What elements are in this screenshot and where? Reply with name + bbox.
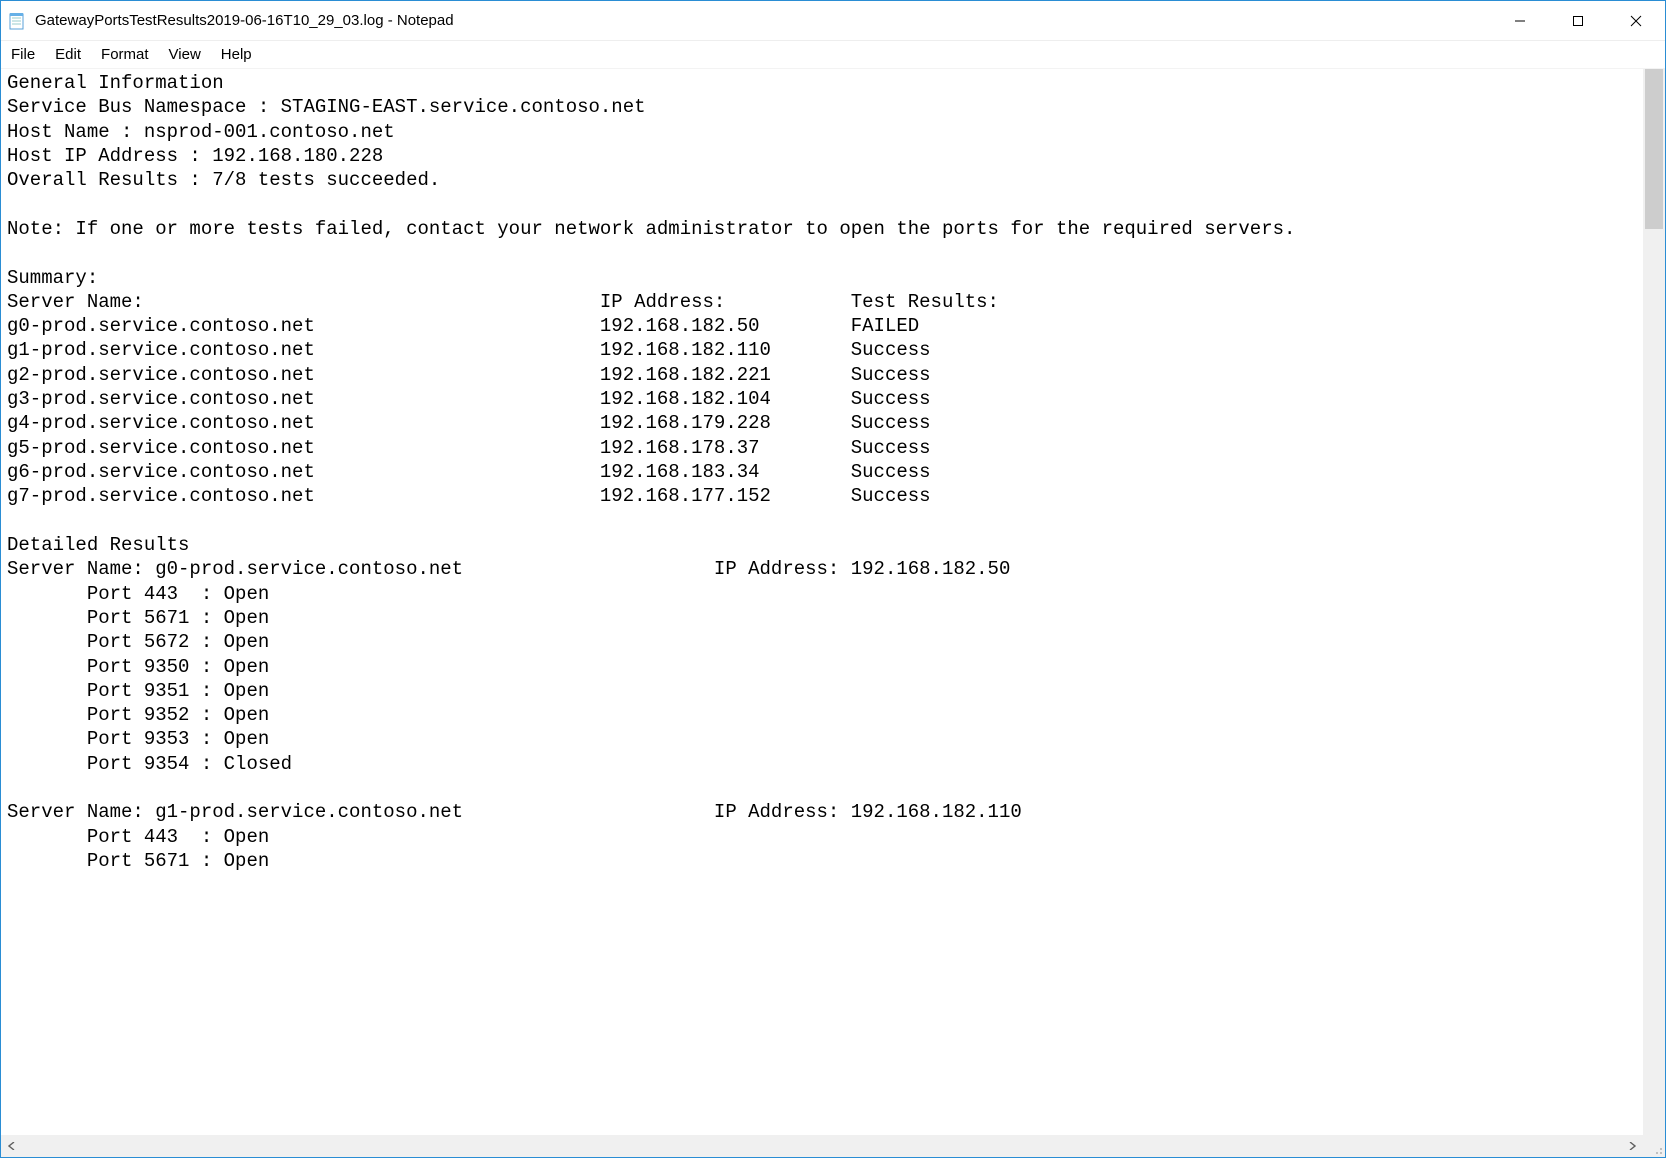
window-controls xyxy=(1491,1,1665,41)
notepad-icon xyxy=(7,11,27,31)
menu-edit[interactable]: Edit xyxy=(45,44,91,65)
horizontal-scrollbar[interactable] xyxy=(1,1135,1665,1157)
resize-grip[interactable] xyxy=(1643,1135,1665,1157)
hscroll-left-arrow[interactable] xyxy=(1,1135,23,1157)
titlebar: GatewayPortsTestResults2019-06-16T10_29_… xyxy=(1,1,1665,41)
menubar: File Edit Format View Help xyxy=(1,41,1665,69)
text-editor[interactable]: General Information Service Bus Namespac… xyxy=(1,69,1643,1135)
close-button[interactable] xyxy=(1607,1,1665,41)
vertical-scrollbar-thumb[interactable] xyxy=(1645,69,1663,229)
maximize-button[interactable] xyxy=(1549,1,1607,41)
hscroll-right-arrow[interactable] xyxy=(1621,1135,1643,1157)
menu-view[interactable]: View xyxy=(159,44,211,65)
menu-help[interactable]: Help xyxy=(211,44,262,65)
menu-file[interactable]: File xyxy=(7,44,45,65)
vertical-scrollbar[interactable] xyxy=(1643,69,1665,1135)
menu-format[interactable]: Format xyxy=(91,44,159,65)
window-title: GatewayPortsTestResults2019-06-16T10_29_… xyxy=(35,12,454,29)
minimize-button[interactable] xyxy=(1491,1,1549,41)
editor-container: General Information Service Bus Namespac… xyxy=(1,69,1665,1135)
